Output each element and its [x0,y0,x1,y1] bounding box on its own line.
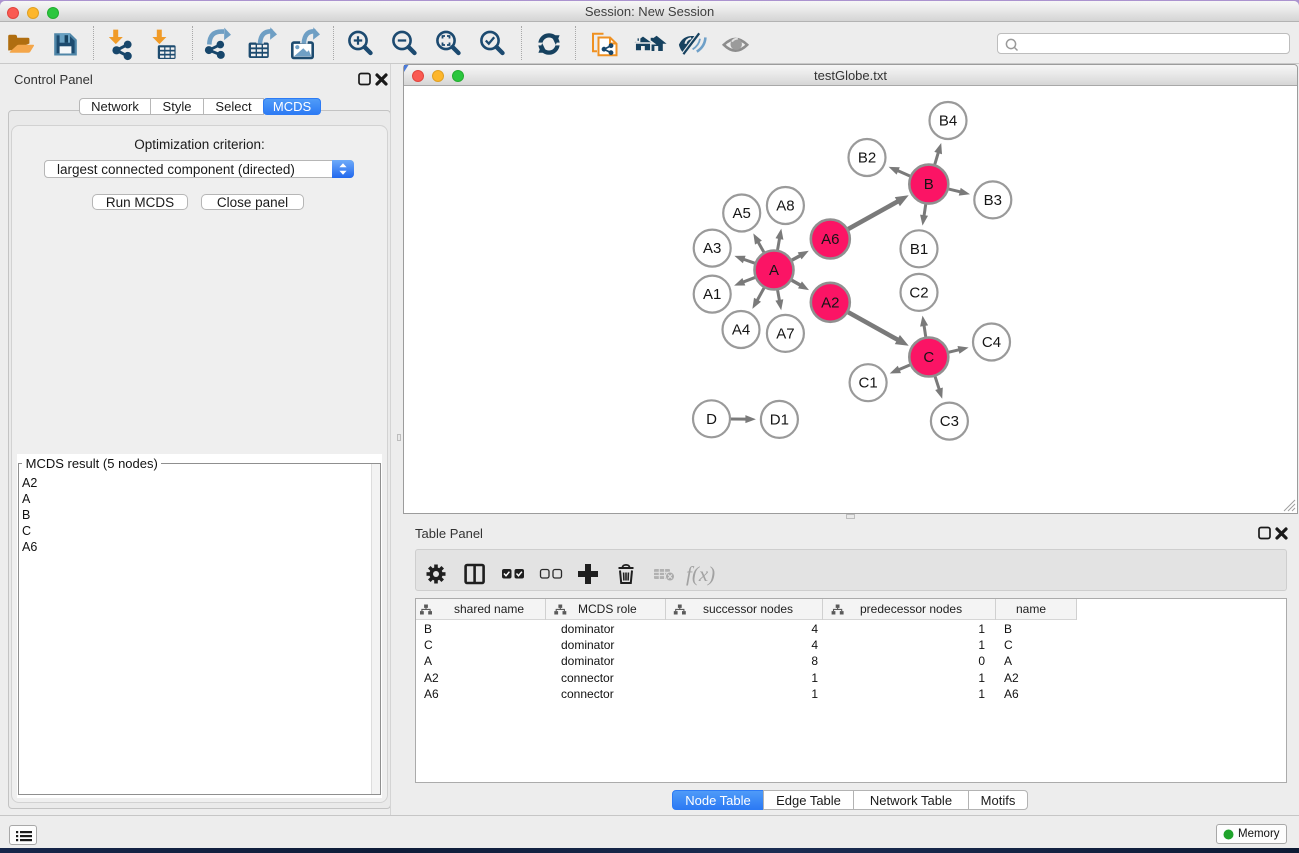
svg-text:A3: A3 [703,240,721,257]
svg-text:A6: A6 [821,231,839,248]
svg-text:C: C [923,349,934,366]
svg-text:f(x): f(x) [686,562,715,586]
svg-text:A5: A5 [733,205,751,222]
svg-text:B: B [924,176,934,193]
svg-text:B1: B1 [910,241,928,258]
svg-text:B3: B3 [984,192,1002,209]
svg-text:A1: A1 [703,286,721,303]
svg-text:C1: C1 [859,375,878,392]
svg-text:C4: C4 [982,334,1001,351]
svg-text:A: A [769,262,779,279]
svg-text:A7: A7 [776,325,794,342]
svg-text:A8: A8 [776,198,794,215]
svg-text:A4: A4 [732,322,750,339]
svg-text:C2: C2 [909,284,928,301]
svg-text:D1: D1 [770,411,789,428]
svg-text:C3: C3 [940,413,959,430]
svg-text:B2: B2 [858,150,876,167]
svg-text:D: D [706,411,717,428]
svg-text:B4: B4 [939,113,957,130]
svg-text:A2: A2 [821,294,839,311]
